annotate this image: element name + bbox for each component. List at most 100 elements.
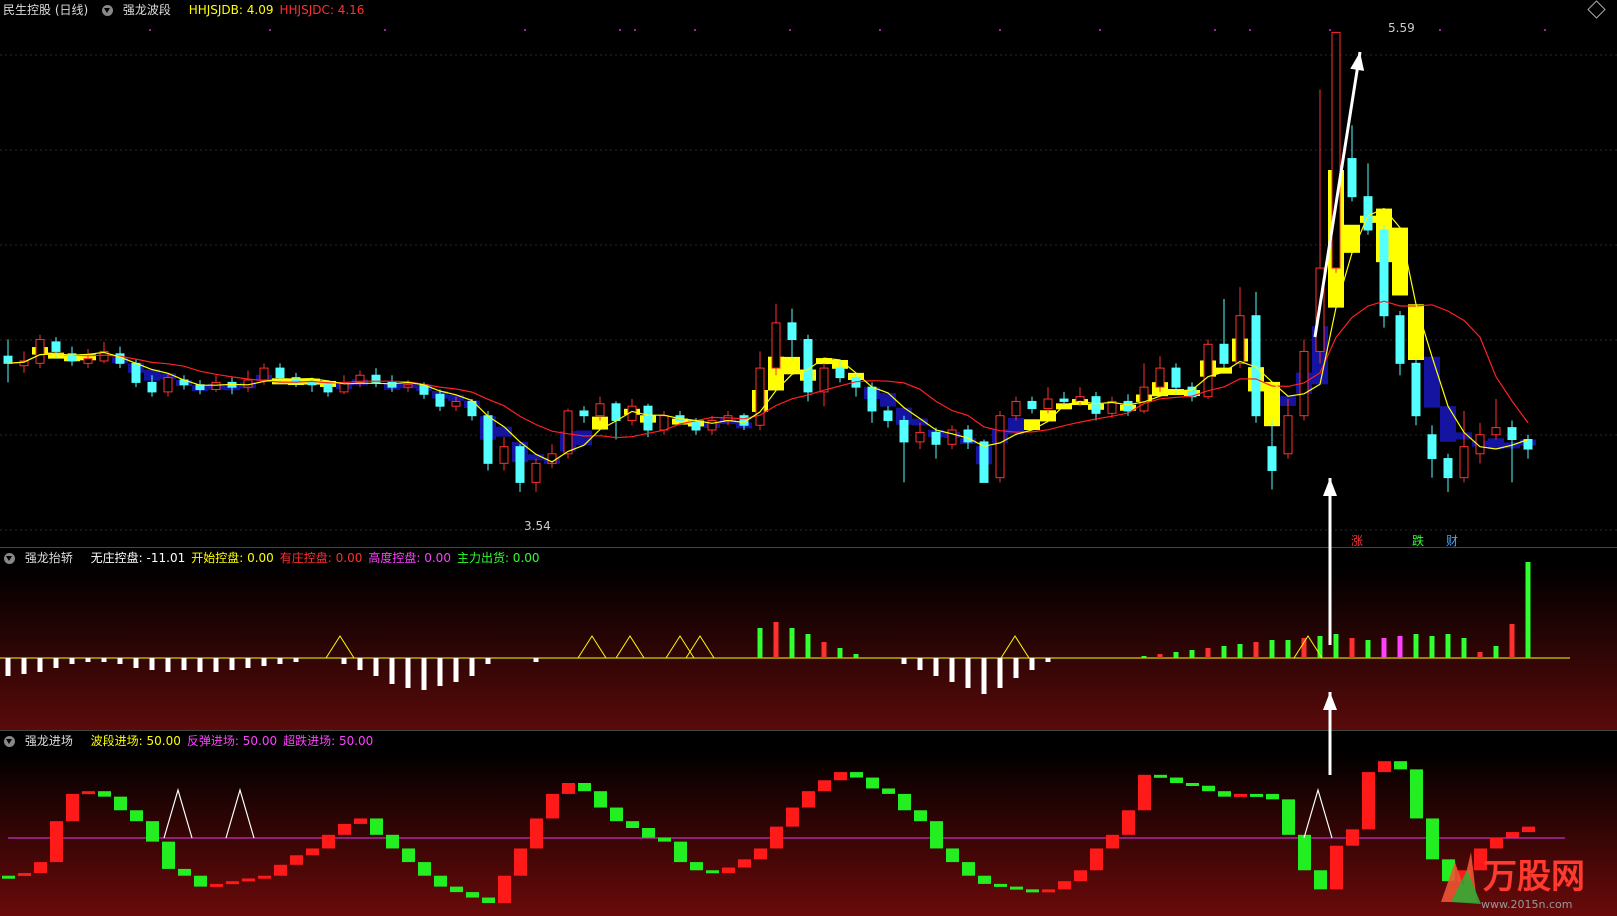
- candle: [83, 349, 93, 369]
- indicator2-bar: [1362, 772, 1375, 830]
- candle-body: [1427, 434, 1437, 460]
- indicator1-bar: [453, 658, 459, 682]
- indicator1-bar: [213, 658, 219, 672]
- candle-body: [1507, 427, 1517, 441]
- candle-body: [1379, 229, 1389, 317]
- candlestick-chart[interactable]: [0, 0, 1617, 548]
- candle: [467, 399, 477, 421]
- candle: [995, 410, 1005, 483]
- candle-body: [899, 419, 909, 443]
- candle: [1107, 396, 1117, 419]
- indicator1-bar: [1013, 658, 1019, 678]
- candle: [195, 380, 205, 395]
- indicator1-bar: [1205, 648, 1211, 658]
- indicator2-bar: [754, 848, 767, 860]
- indicator2-bar: [1298, 834, 1311, 871]
- candle-body: [1075, 396, 1085, 402]
- indicator2-bar: [1170, 777, 1183, 783]
- indicator1-bar: [533, 658, 539, 662]
- candle: [179, 375, 189, 390]
- band-block: [1392, 227, 1408, 296]
- indicator1-bar: [1445, 634, 1451, 658]
- candle-body: [35, 339, 45, 364]
- candle: [1027, 396, 1037, 414]
- candle: [1091, 391, 1101, 421]
- indicator2-bar: [578, 783, 591, 792]
- band-block: [1024, 419, 1040, 430]
- candle-body: [643, 405, 653, 431]
- indicator1-bar: [261, 658, 267, 666]
- indicator1-bar: [1477, 652, 1483, 658]
- indicator2-bar: [402, 848, 415, 863]
- ind1-field-2: 有庄控盘: 0.00: [279, 551, 363, 565]
- indicator2-bar: [1410, 769, 1423, 819]
- indicator2-pane[interactable]: 强龙进场 波段进场: 50.00 反弹进场: 50.00 超跌进场: 50.00: [0, 731, 1617, 916]
- indicator2-bar: [466, 892, 479, 898]
- indicator2-bar: [322, 834, 335, 849]
- indicator2-menu-icon[interactable]: [4, 736, 15, 747]
- indicator2-bar: [34, 862, 47, 873]
- candle-body: [211, 381, 221, 391]
- indicator2-bar: [898, 793, 911, 811]
- indicator1-bar: [1157, 654, 1163, 658]
- indicator2-bar: [1330, 845, 1343, 890]
- candle-body: [1363, 196, 1373, 231]
- candle-body: [1395, 315, 1405, 364]
- indicator1-pane[interactable]: 强龙抬轿 无庄控盘: -11.01 开始控盘: 0.00 有庄控盘: 0.00 高度控…: [0, 548, 1617, 731]
- indicator2-bar: [66, 793, 79, 822]
- indicator1-bar: [1253, 642, 1259, 658]
- indicator2-bar: [338, 823, 351, 835]
- indicator2-bar: [1394, 761, 1407, 770]
- indicator-menu-icon[interactable]: [102, 5, 114, 16]
- indicator2-bar: [1154, 774, 1167, 778]
- indicator1-menu-icon[interactable]: [4, 553, 15, 564]
- candle: [1283, 399, 1293, 459]
- low-price-label: 3.54: [524, 519, 551, 533]
- indicator2-bar: [1522, 826, 1535, 833]
- indicator1-bar: [197, 658, 203, 672]
- indicator1-bar: [1413, 634, 1419, 658]
- indicator1-name[interactable]: 强龙抬轿: [25, 551, 73, 565]
- indicator1-chart[interactable]: [0, 548, 1617, 731]
- indicator1-bar: [1333, 634, 1339, 658]
- indicator2-bar: [1234, 793, 1247, 797]
- indicator2-name[interactable]: 强龙进场: [25, 734, 73, 748]
- candle-body: [403, 384, 413, 388]
- indicator1-bar: [1525, 562, 1531, 658]
- indicator-name[interactable]: 强龙波段: [123, 3, 171, 17]
- indicator2-bar: [962, 862, 975, 876]
- candle-body: [1171, 367, 1181, 388]
- candle: [1011, 396, 1021, 421]
- band-block: [1408, 304, 1424, 360]
- candle-body: [1331, 31, 1341, 269]
- candle: [915, 422, 925, 450]
- band-block: [1264, 381, 1280, 427]
- marker-dot: [384, 29, 386, 31]
- indicator1-bar: [421, 658, 427, 690]
- main-chart-pane[interactable]: 民生控股 (日线) 强龙波段 HHJSJDB: 4.09 HHJSJDC: 4.1…: [0, 0, 1617, 548]
- candle: [1347, 125, 1357, 202]
- candle: [1235, 287, 1245, 369]
- candle-body: [51, 341, 61, 352]
- marker-dot: [789, 29, 791, 31]
- candle-body: [131, 362, 141, 383]
- candle-body: [819, 367, 829, 393]
- indicator2-bar: [290, 855, 303, 865]
- indicator1-bar: [1349, 638, 1355, 658]
- candle-body: [1219, 343, 1229, 364]
- indicator2-chart[interactable]: [0, 731, 1617, 916]
- indicator2-bar: [1042, 889, 1055, 893]
- candle-body: [451, 400, 461, 407]
- indicator2-bar: [370, 818, 383, 835]
- indicator1-bar: [53, 658, 59, 668]
- indicator1-bar: [21, 658, 27, 674]
- indicator1-bar: [1381, 638, 1387, 658]
- candle-body: [579, 410, 589, 417]
- candle-body: [1443, 458, 1453, 479]
- indicator2-bar: [1218, 791, 1231, 797]
- indicator1-bar: [181, 658, 187, 670]
- indicator2-bar: [274, 864, 287, 876]
- indicator1-bar: [437, 658, 443, 686]
- indicator1-bar: [37, 658, 43, 672]
- candle-body: [259, 367, 269, 381]
